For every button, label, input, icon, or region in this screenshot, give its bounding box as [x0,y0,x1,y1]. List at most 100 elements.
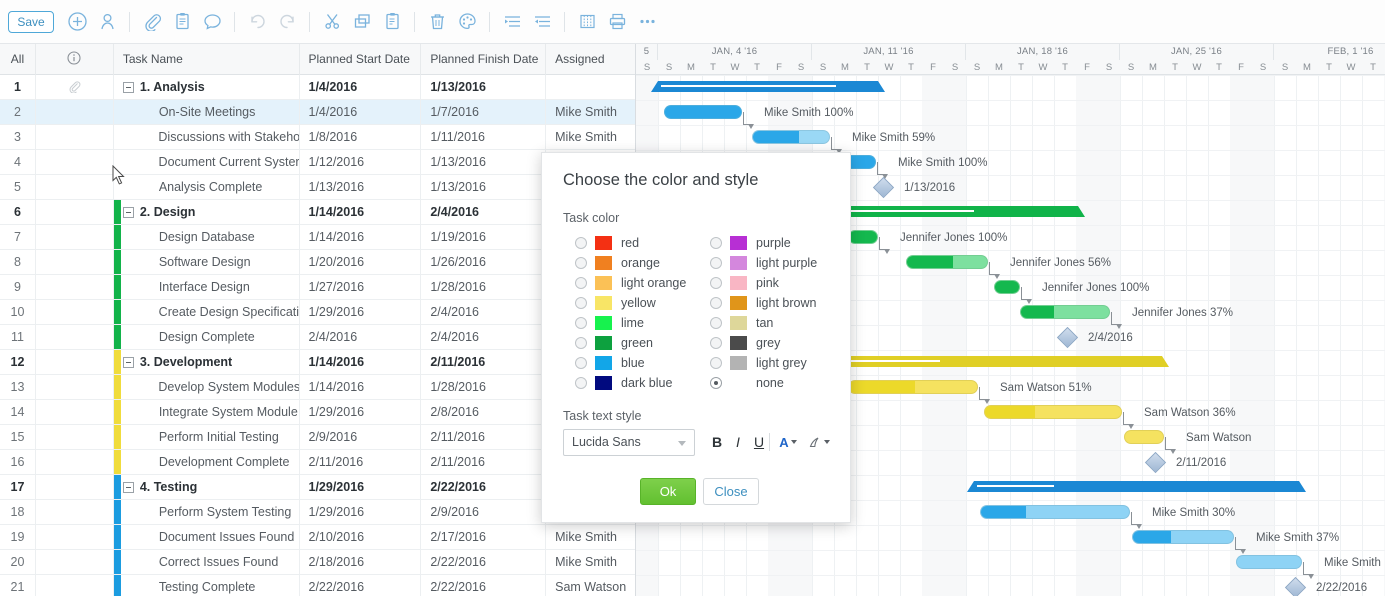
color-option-lime[interactable]: lime [575,313,686,333]
bar-design-spec[interactable] [1020,305,1110,319]
task-name-cell[interactable]: Document Issues Found [113,525,300,549]
planned-finish-cell[interactable]: 2/8/2016 [421,400,547,424]
bar-correct-issues[interactable] [1236,555,1302,569]
row-info-cell[interactable] [36,100,114,124]
assigned-cell[interactable]: Sam Watson [546,575,635,596]
radio-button[interactable] [575,297,587,309]
table-row[interactable]: 10 Create Design Specificati 1/29/2016 2/4/… [0,300,635,325]
radio-button[interactable] [575,237,587,249]
cut-icon[interactable] [317,8,347,36]
bar-testing-summary[interactable] [967,481,1306,492]
color-option-light-brown[interactable]: light brown [710,293,817,313]
planned-start-cell[interactable]: 1/14/2016 [300,225,422,249]
task-name-cell[interactable]: Interface Design [113,275,300,299]
task-name-cell[interactable]: Document Current Syster [114,150,300,174]
task-name-cell[interactable]: 2. Design [113,200,300,224]
radio-button[interactable] [575,277,587,289]
collapse-toggle[interactable] [122,81,134,93]
planned-finish-cell[interactable]: 1/19/2016 [421,225,547,249]
columns-icon[interactable] [572,8,602,36]
planned-finish-cell[interactable]: 1/28/2016 [421,275,547,299]
planned-finish-cell[interactable]: 1/13/2016 [421,75,547,99]
table-row[interactable]: 11 Design Complete 2/4/2016 2/4/2016 [0,325,635,350]
planned-finish-cell[interactable]: 2/22/2016 [421,575,547,596]
planned-finish-cell[interactable]: 2/22/2016 [421,550,547,574]
row-info-cell[interactable] [36,525,114,549]
planned-finish-cell[interactable]: 1/7/2016 [421,100,547,124]
radio-button[interactable] [710,297,722,309]
task-name-cell[interactable]: Integrate System Module [113,400,300,424]
radio-button[interactable] [710,257,722,269]
underline-button[interactable]: U [748,429,770,455]
row-info-cell[interactable] [36,575,114,596]
table-row[interactable]: 19 Document Issues Found 2/10/2016 2/17/201… [0,525,635,550]
table-row[interactable]: 21 Testing Complete 2/22/2016 2/22/2016 Sam … [0,575,635,596]
undo-icon[interactable] [242,8,272,36]
task-name-cell[interactable]: 4. Testing [113,475,300,499]
color-option-grey[interactable]: grey [710,333,817,353]
color-option-yellow[interactable]: yellow [575,293,686,313]
italic-button[interactable]: I [727,429,749,455]
delete-icon[interactable] [422,8,452,36]
row-info-cell[interactable] [36,325,114,349]
planned-finish-cell[interactable]: 2/4/2016 [421,325,547,349]
column-header-planned-finish[interactable]: Planned Finish Date [421,44,547,75]
row-info-cell[interactable] [36,475,114,499]
row-info-cell[interactable] [36,75,114,99]
bar-analysis-summary[interactable] [651,81,885,92]
planned-start-cell[interactable]: 1/14/2016 [300,200,422,224]
planned-start-cell[interactable]: 2/11/2016 [300,450,422,474]
planned-start-cell[interactable]: 1/4/2016 [300,100,422,124]
collapse-toggle[interactable] [122,481,134,493]
planned-finish-cell[interactable]: 2/11/2016 [421,350,547,374]
collapse-toggle[interactable] [122,356,134,368]
milestone-testing[interactable] [1284,576,1307,596]
assigned-cell[interactable] [546,75,635,99]
bar-discussions[interactable] [752,130,830,144]
radio-button[interactable] [710,237,722,249]
paste-icon[interactable] [377,8,407,36]
table-row[interactable]: 18 Perform System Testing 1/29/2016 2/9/201… [0,500,635,525]
bar-software-design[interactable] [906,255,988,269]
indent-right-icon[interactable] [497,8,527,36]
assigned-cell[interactable]: Mike Smith [546,100,635,124]
planned-finish-cell[interactable]: 2/4/2016 [421,300,547,324]
table-row[interactable]: 5 Analysis Complete 1/13/2016 1/13/2016 [0,175,635,200]
bar-system-testing[interactable] [980,505,1130,519]
planned-start-cell[interactable]: 2/22/2016 [300,575,422,596]
table-row[interactable]: 9 Interface Design 1/27/2016 1/28/2016 [0,275,635,300]
color-option-blue[interactable]: blue [575,353,686,373]
planned-finish-cell[interactable]: 2/17/2016 [421,525,547,549]
row-info-cell[interactable] [36,250,114,274]
color-option-light-grey[interactable]: light grey [710,353,817,373]
planned-finish-cell[interactable]: 2/11/2016 [421,425,547,449]
planned-finish-cell[interactable]: 2/11/2016 [421,450,547,474]
table-row[interactable]: 16 Development Complete 2/11/2016 2/11/2016 [0,450,635,475]
print-icon[interactable] [602,8,632,36]
row-info-cell[interactable] [36,125,114,149]
task-name-cell[interactable]: Development Complete [113,450,300,474]
planned-start-cell[interactable]: 1/14/2016 [300,375,422,399]
milestone-design[interactable] [1056,326,1079,349]
planned-start-cell[interactable]: 1/8/2016 [300,125,422,149]
notes-icon[interactable] [167,8,197,36]
table-row[interactable]: 15 Perform Initial Testing 2/9/2016 2/11/20… [0,425,635,450]
planned-start-cell[interactable]: 1/14/2016 [300,350,422,374]
assigned-cell[interactable]: Mike Smith [546,525,635,549]
table-row[interactable]: 4 Document Current Syster 1/12/2016 1/13/20… [0,150,635,175]
add-task-icon[interactable] [62,8,92,36]
color-option-none[interactable]: none [710,373,817,393]
planned-start-cell[interactable]: 1/29/2016 [300,500,422,524]
save-button[interactable]: Save [8,10,54,33]
color-option-light-purple[interactable]: light purple [710,253,817,273]
planned-start-cell[interactable]: 1/29/2016 [300,300,422,324]
task-name-cell[interactable]: 3. Development [113,350,300,374]
color-option-pink[interactable]: pink [710,273,817,293]
table-row[interactable]: 1 1. Analysis 1/4/2016 1/13/2016 [0,75,635,100]
bar-onsite-meetings[interactable] [664,105,742,119]
task-name-cell[interactable]: Create Design Specificati [113,300,300,324]
table-row[interactable]: 6 2. Design 1/14/2016 2/4/2016 [0,200,635,225]
row-info-cell[interactable] [36,425,114,449]
task-name-cell[interactable]: Design Database [113,225,300,249]
planned-start-cell[interactable]: 1/13/2016 [300,175,422,199]
